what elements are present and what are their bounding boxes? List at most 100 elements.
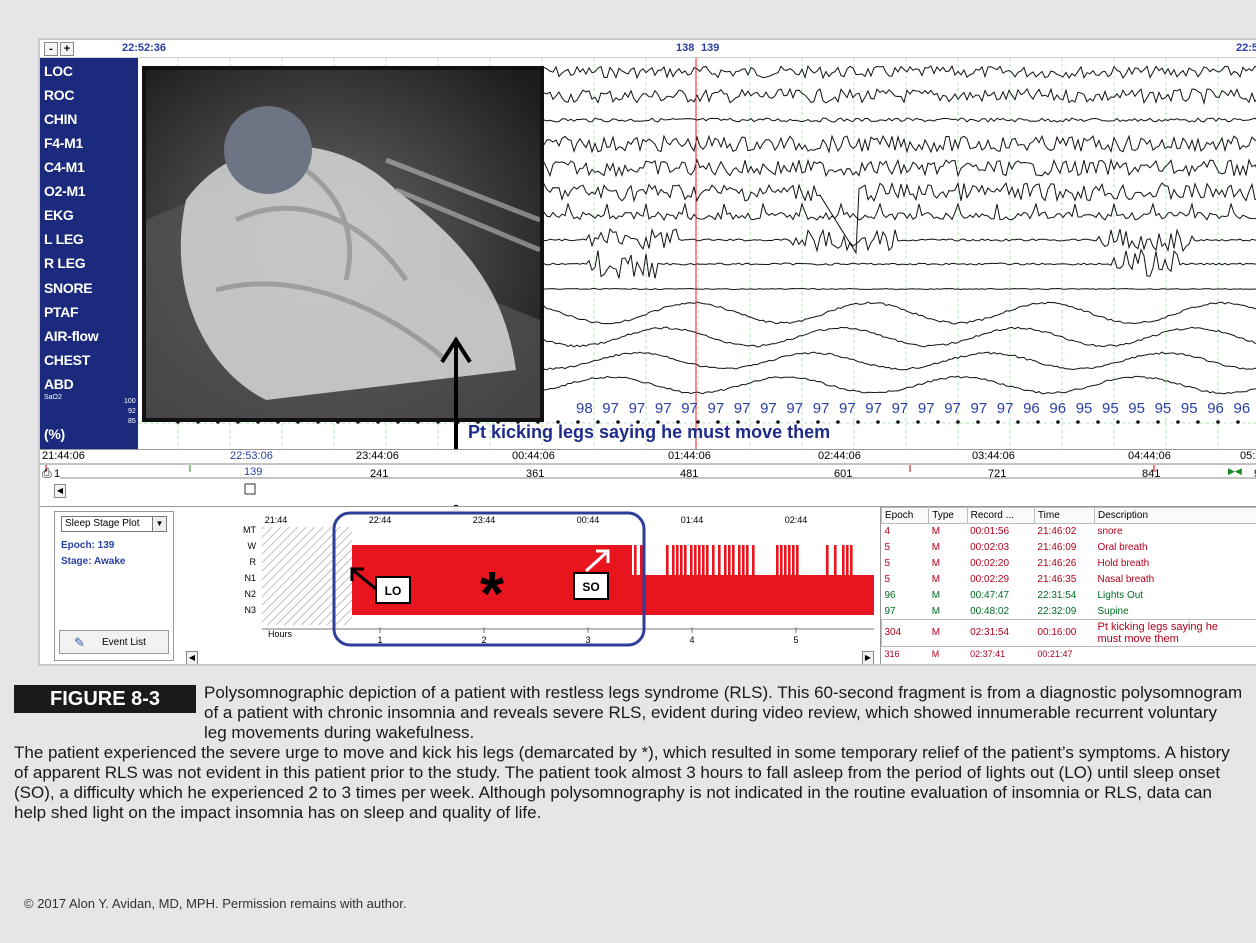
wake-spike: [846, 545, 849, 577]
cell-epoch: 5: [884, 558, 891, 569]
chevron-down-icon[interactable]: ▼: [152, 517, 166, 531]
wake-spike: [634, 545, 637, 577]
wake-spike: [834, 545, 837, 577]
wake-spike: [712, 545, 715, 577]
cell-description: Nasal breath: [1097, 574, 1155, 585]
wake-spike: [784, 545, 787, 577]
table-row[interactable]: 316 M 02:37:41 00:21:47: [882, 646, 1256, 662]
table-row[interactable]: 5 M 00:02:20 21:46:26 Hold breath: [882, 556, 1256, 572]
wake-spike: [724, 545, 727, 577]
column-header-epoch[interactable]: Epoch: [880, 507, 930, 524]
timeline-position-thumb[interactable]: [244, 483, 256, 495]
table-row[interactable]: 5 M 00:02:29 21:46:35 Nasal breath: [882, 572, 1256, 588]
timeline-time: 05:2: [1240, 450, 1256, 462]
stage-label: MT: [243, 525, 256, 535]
hours-label: Hours: [268, 629, 293, 639]
night-timeline[interactable]: 21:44:06 22:53:06 23:44:06 00:44:06 01:4…: [40, 449, 1256, 505]
cell-record: 02:37:41: [970, 648, 1006, 659]
pre-recording-hatch: [262, 527, 352, 625]
timeline-forward-icon[interactable]: ▶◀: [1228, 466, 1242, 477]
wake-spike: [780, 545, 783, 577]
wake-spike: [698, 545, 701, 577]
hour-tick-label: 5: [793, 635, 798, 645]
clock-tick-label: 01:44: [681, 515, 704, 525]
timeline-time: 22:53:06: [230, 450, 273, 462]
clock-tick-label: 21:44: [265, 515, 288, 525]
epoch-info: Epoch: 139: [61, 540, 115, 551]
wake-spike: [676, 545, 679, 577]
cell-type: M: [931, 574, 941, 585]
wake-spike: [826, 545, 829, 577]
timeline-time: 02:44:06: [818, 450, 861, 462]
wake-spike: [788, 545, 791, 577]
rls-asterisk: *: [480, 560, 505, 629]
stage-info: Stage: Awake: [61, 556, 126, 567]
cell-type: M: [931, 558, 941, 569]
timeline-time: 01:44:06: [668, 450, 711, 462]
timeline-epoch: 721: [988, 468, 1007, 480]
event-list-button[interactable]: ✎ Event List: [59, 630, 169, 654]
column-header-type[interactable]: Type: [928, 507, 968, 524]
bottom-panel: Sleep Stage Plot ▼ Epoch: 139 Stage: Awa…: [40, 506, 1256, 664]
cell-epoch: 304: [884, 627, 902, 638]
lo-label: LO: [385, 584, 402, 598]
table-row[interactable]: 304 M 02:31:54 00:16:00 Pt kicking legs sayi…: [880, 618, 1256, 647]
wake-spike: [694, 545, 697, 577]
so-label: SO: [582, 580, 599, 594]
table-row[interactable]: 96 M 00:47:47 22:31:54 Lights Out: [882, 588, 1256, 604]
clock-tick-label: 22:44: [369, 515, 392, 525]
cell-time: 22:32:09: [1037, 606, 1077, 617]
cell-time: 00:16:00: [1037, 627, 1077, 638]
table-row[interactable]: 97 M 00:48:02 22:32:09 Supine: [882, 604, 1256, 620]
wake-spike: [672, 545, 675, 577]
wake-spike: [728, 545, 731, 577]
wake-spike: [684, 545, 687, 577]
figure-label: FIGURE 8-3: [14, 685, 196, 713]
wake-spike: [850, 545, 853, 577]
stage-info-panel: Sleep Stage Plot ▼ Epoch: 139 Stage: Awa…: [54, 511, 174, 661]
cell-description: Oral breath: [1097, 542, 1148, 553]
column-header-description[interactable]: Description: [1094, 507, 1256, 524]
cell-time: 21:46:26: [1037, 558, 1077, 569]
wake-spike: [738, 545, 741, 577]
wake-spike: [666, 545, 669, 577]
cell-record: 00:47:47: [970, 590, 1010, 601]
timeline-time: 00:44:06: [512, 450, 555, 462]
cell-time: 22:31:54: [1037, 590, 1077, 601]
printer-icon[interactable]: ⎙: [42, 466, 52, 481]
cell-time: 21:46:35: [1037, 574, 1077, 585]
stage-label: N1: [244, 573, 256, 583]
timeline-scroll-left-button[interactable]: ◀: [54, 484, 66, 498]
psg-viewer-screenshot: - + 22:52:36 138 139 22:5 LOC ROC CHIN F…: [38, 38, 1256, 666]
timeline-epoch: 1: [54, 468, 61, 480]
cell-description: Pt kicking legs saying he must move them: [1095, 620, 1256, 646]
table-row[interactable]: 5 M 00:02:03 21:46:09 Oral breath: [882, 540, 1256, 556]
wake-spike: [690, 545, 693, 577]
event-annotation-text: Pt kicking legs saying he must move them: [468, 422, 831, 442]
description-line-1: Pt kicking legs saying he: [1097, 620, 1218, 633]
wake-spike: [752, 545, 755, 577]
cell-time: 21:46:02: [1037, 526, 1077, 538]
event-list-icon: ✎: [74, 635, 85, 650]
event-list-label: Event List: [102, 637, 146, 648]
plot-type-value: Sleep Stage Plot: [65, 518, 140, 529]
hypnogram-scroll-left-button[interactable]: ◀: [186, 651, 198, 664]
wake-spike: [792, 545, 795, 577]
timeline-epoch: 241: [370, 468, 389, 480]
cell-type: M: [931, 627, 941, 638]
column-header-record[interactable]: Record ...: [966, 507, 1035, 524]
hypnogram-scroll-right-button[interactable]: ▶: [862, 651, 874, 664]
cell-record: 00:02:20: [970, 558, 1010, 569]
plot-type-select[interactable]: Sleep Stage Plot ▼: [61, 516, 167, 532]
hour-tick-label: 4: [689, 635, 694, 645]
timeline-epoch: 139: [244, 466, 263, 478]
column-header-time[interactable]: Time: [1033, 507, 1096, 524]
clock-tick-label: 23:44: [473, 515, 496, 525]
table-row[interactable]: 4 M 00:01:56 21:46:02 snore: [882, 524, 1256, 540]
wake-spike: [796, 545, 799, 577]
hypnogram[interactable]: MT WR N1 N2 N3 21:44 22:44 23:44 00:44 01:44 02:44…: [186, 511, 874, 651]
cell-description: snore: [1097, 526, 1123, 538]
wake-spike: [746, 545, 749, 577]
cell-epoch: 97: [884, 606, 896, 617]
stage-label: W: [248, 541, 257, 551]
